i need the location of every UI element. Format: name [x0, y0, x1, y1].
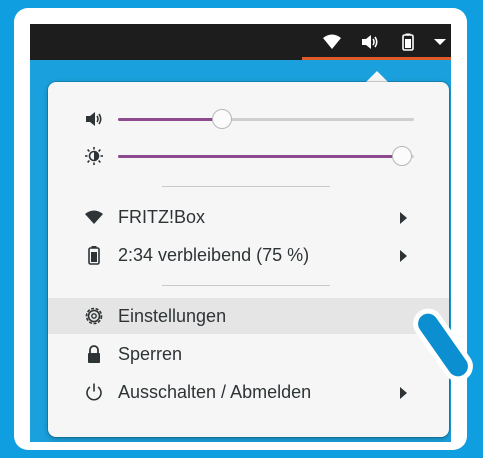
chevron-right-icon — [400, 250, 407, 262]
top-bar — [30, 24, 451, 60]
brightness-row — [48, 141, 449, 171]
volume-row — [48, 104, 449, 134]
volume-slider-handle[interactable] — [211, 109, 232, 129]
system-menu: FRITZ!Box 2:34 verbleibend (75 %) Einste… — [48, 82, 449, 437]
wifi-network-label: FRITZ!Box — [118, 207, 206, 227]
brightness-slider-handle[interactable] — [392, 146, 413, 166]
volume-slider-fill — [118, 118, 222, 121]
power-icon — [86, 383, 102, 401]
brightness-slider[interactable] — [118, 146, 414, 166]
power-menu-item[interactable]: Ausschalten / Abmelden — [48, 374, 449, 410]
lock-menu-item[interactable]: Sperren — [48, 336, 449, 372]
divider — [162, 186, 330, 187]
desktop: FRITZ!Box 2:34 verbleibend (75 %) Einste… — [30, 24, 451, 442]
active-indicator — [302, 57, 451, 60]
brightness-slider-fill — [118, 155, 403, 158]
settings-icon — [85, 307, 103, 325]
settings-label: Einstellungen — [118, 306, 227, 326]
divider — [162, 285, 330, 286]
battery-icon[interactable] — [398, 33, 418, 51]
battery-icon — [88, 246, 100, 265]
chevron-right-icon — [400, 387, 407, 399]
battery-status-label: 2:34 verbleibend (75 %) — [118, 245, 310, 265]
volume-slider[interactable] — [118, 109, 414, 129]
chevron-right-icon — [400, 212, 407, 224]
settings-menu-item[interactable]: Einstellungen — [48, 298, 449, 334]
lock-label: Sperren — [118, 344, 183, 364]
wifi-icon[interactable] — [322, 33, 342, 51]
battery-menu-item[interactable]: 2:34 verbleibend (75 %) — [48, 237, 449, 273]
volume-icon[interactable] — [360, 33, 380, 51]
volume-icon — [86, 112, 102, 126]
wifi-menu-item[interactable]: FRITZ!Box — [48, 199, 449, 235]
brightness-icon — [85, 147, 103, 165]
lock-icon — [88, 345, 100, 363]
power-label: Ausschalten / Abmelden — [118, 382, 312, 402]
wifi-icon — [85, 210, 103, 224]
dropdown-arrow-icon[interactable] — [430, 33, 450, 51]
